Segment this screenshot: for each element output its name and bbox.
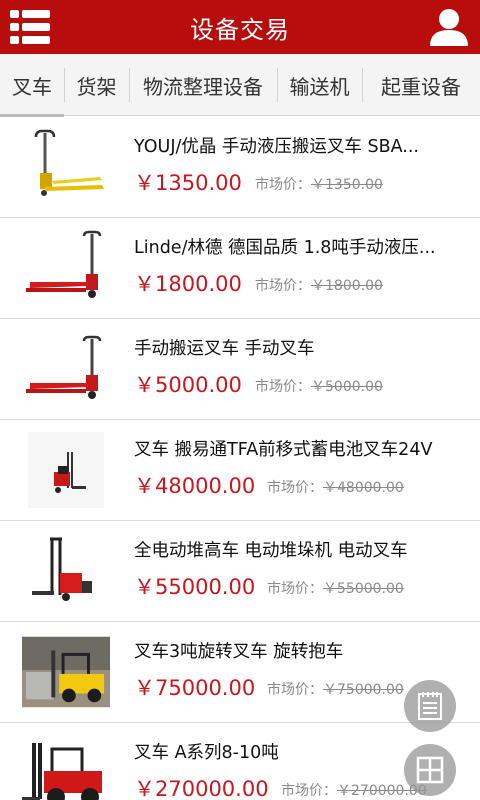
app-header: 设备交易 xyxy=(0,0,480,54)
market-price: 市场价：￥270000.00 xyxy=(281,783,427,799)
product-thumbnail xyxy=(22,129,110,205)
product-price: ￥75000.00 xyxy=(134,676,256,700)
product-price: ￥55000.00 xyxy=(134,575,256,599)
product-name: 叉车 搬易通TFA前移式蓄电池叉车24V xyxy=(134,440,433,460)
product-name: Linde/林德 德国品质 1.8吨手动液压... xyxy=(134,238,436,258)
market-price: 市场价：￥1350.00 xyxy=(255,177,383,193)
product-thumbnail xyxy=(22,230,110,306)
product-price: ￥48000.00 xyxy=(134,474,256,498)
market-price: 市场价：￥55000.00 xyxy=(267,581,404,597)
market-price: 市场价：￥48000.00 xyxy=(267,480,404,496)
list-item[interactable]: 全电动堆高车 电动堆垛机 电动叉车 ￥55000.00 市场价：￥55000.0… xyxy=(0,521,480,622)
product-price: ￥1800.00 xyxy=(134,272,242,296)
tab-logistics-equipment[interactable]: 物流整理设备 xyxy=(129,54,277,116)
list-item[interactable]: 手动搬运叉车 手动叉车 ￥5000.00 市场价：￥5000.00 xyxy=(0,319,480,420)
tab-forklift[interactable]: 叉车 xyxy=(0,54,64,117)
market-price: 市场价：￥5000.00 xyxy=(255,379,383,395)
product-thumbnail xyxy=(22,735,110,800)
notepad-icon[interactable] xyxy=(404,680,456,732)
product-thumbnail xyxy=(22,432,110,508)
product-thumbnail xyxy=(22,331,110,407)
tab-shelving[interactable]: 货架 xyxy=(64,54,129,116)
category-tabs: 叉车 货架 物流整理设备 输送机 起重设备 xyxy=(0,54,480,117)
product-price: ￥5000.00 xyxy=(134,373,242,397)
product-name: 全电动堆高车 电动堆垛机 电动叉车 xyxy=(134,541,408,561)
tab-conveyor[interactable]: 输送机 xyxy=(277,54,362,116)
market-price: 市场价：￥75000.00 xyxy=(267,682,404,698)
list-item[interactable]: YOUJ/优晶 手动液压搬运叉车 SBA... ￥1350.00 市场价：￥13… xyxy=(0,117,480,218)
page-title: 设备交易 xyxy=(190,15,290,44)
product-name: 叉车3吨旋转叉车 旋转抱车 xyxy=(134,642,344,662)
user-icon[interactable] xyxy=(428,6,470,48)
tab-lifting-equipment[interactable]: 起重设备 xyxy=(362,54,480,116)
product-name: 手动搬运叉车 手动叉车 xyxy=(134,339,315,359)
menu-icon[interactable] xyxy=(10,8,54,46)
product-thumbnail xyxy=(22,634,110,710)
product-price: ￥1350.00 xyxy=(134,171,242,195)
list-item[interactable]: Linde/林德 德国品质 1.8吨手动液压... ￥1800.00 市场价：￥… xyxy=(0,218,480,319)
product-price: ￥270000.00 xyxy=(134,777,269,800)
grid-icon[interactable] xyxy=(404,744,456,796)
product-thumbnail xyxy=(22,533,110,609)
market-price: 市场价：￥1800.00 xyxy=(255,278,383,294)
product-name: YOUJ/优晶 手动液压搬运叉车 SBA... xyxy=(134,137,419,157)
list-item[interactable]: 叉车 搬易通TFA前移式蓄电池叉车24V ￥48000.00 市场价：￥4800… xyxy=(0,420,480,521)
